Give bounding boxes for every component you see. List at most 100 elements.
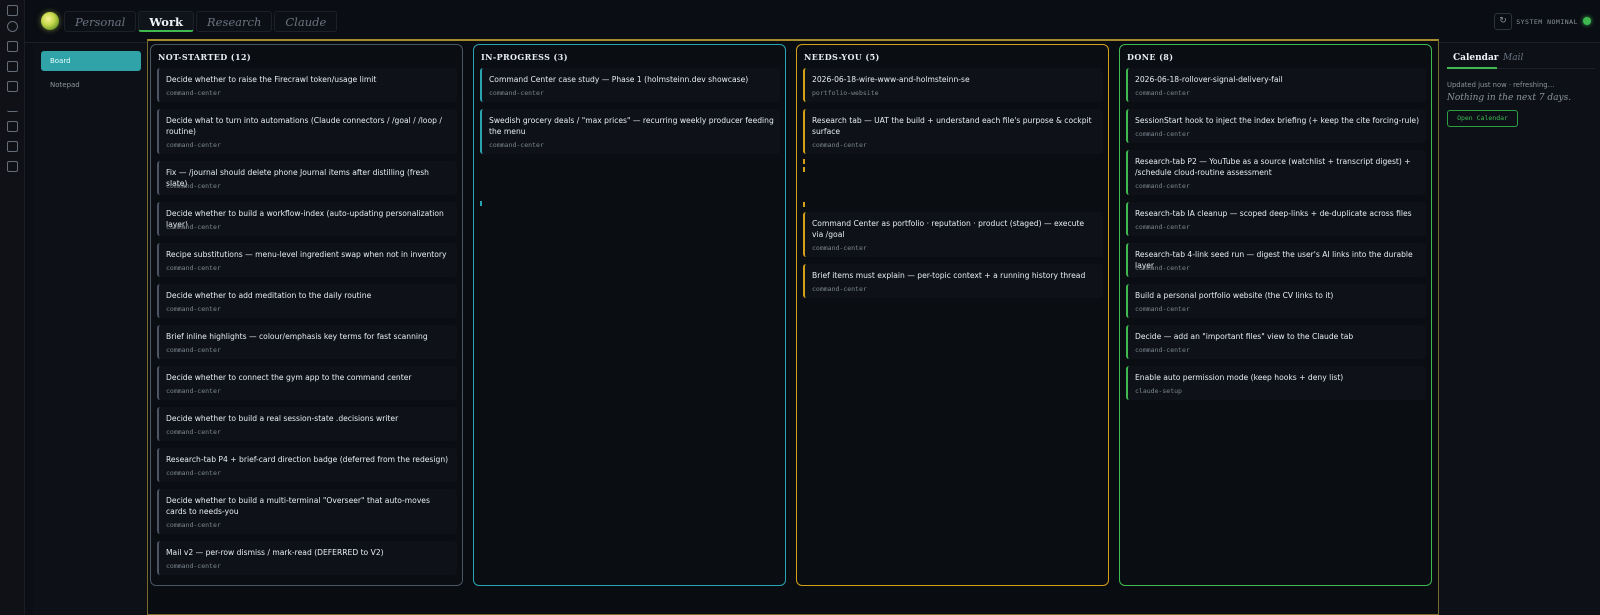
updated-status: Updated just now · refreshing… [1447, 81, 1555, 89]
card-tag: command-center [166, 562, 221, 570]
card[interactable]: Decide — add an "important files" view t… [1126, 325, 1426, 359]
card[interactable]: Enable auto permission mode (keep hooks … [1126, 366, 1426, 400]
drag-placeholder [480, 201, 483, 206]
card[interactable]: Decide whether to raise the Firecrawl to… [157, 68, 457, 102]
card-title: Research-tab P2 — YouTube as a source (w… [1135, 157, 1411, 177]
card-title: Swedish grocery deals / "max prices" — r… [489, 116, 774, 136]
card[interactable]: Fix — /journal should delete phone Journ… [157, 161, 457, 195]
card-tag: command-center [166, 89, 221, 97]
copy-icon[interactable] [7, 81, 18, 92]
activity-bar [0, 0, 25, 615]
card-title: Command Center case study — Phase 1 (hol… [489, 75, 749, 84]
card-tag: command-center [1135, 130, 1190, 138]
card-tag: command-center [166, 223, 221, 231]
card[interactable]: Research-tab P2 — YouTube as a source (w… [1126, 150, 1426, 195]
open-calendar-button[interactable]: Open Calendar [1447, 110, 1518, 127]
card-tag: command-center [489, 141, 544, 149]
active-tab-underline [1447, 67, 1497, 69]
card[interactable]: Decide what to turn into automations (Cl… [157, 109, 457, 154]
card-tag: command-center [812, 244, 867, 252]
card[interactable]: Decide whether to build a real session-s… [157, 407, 457, 441]
column-not-started: NOT-STARTED (12) Decide whether to raise… [150, 44, 463, 586]
refresh-icon[interactable]: ↻ [1494, 13, 1512, 30]
kanban-board: NOT-STARTED (12) Decide whether to raise… [147, 39, 1439, 615]
card[interactable]: 2026-06-18-rollover-signal-delivery-fail… [1126, 68, 1426, 102]
card-tag: command-center [1135, 305, 1190, 313]
card-tag: command-center [1135, 89, 1190, 97]
file-icon[interactable] [7, 5, 18, 16]
card-title: 2026-06-18-wire-www-and-holmsteinn-se [812, 75, 970, 84]
card-title: Decide whether to add meditation to the … [166, 291, 372, 300]
card-tag: command-center [166, 305, 221, 313]
branch-icon[interactable] [7, 21, 18, 32]
card-tag: portfolio-website [812, 89, 879, 97]
card-tag: command-center [166, 469, 221, 477]
card-title: Decide — add an "important files" view t… [1135, 332, 1354, 341]
card-tag: command-center [812, 285, 867, 293]
drag-placeholder [803, 202, 806, 207]
list-icon[interactable] [7, 121, 18, 132]
card[interactable]: Research-tab IA cleanup — scoped deep-li… [1126, 202, 1426, 236]
nav-item-notepad[interactable]: Notepad [41, 75, 141, 95]
card[interactable]: Decide whether to build a workflow-index… [157, 202, 457, 236]
card-tag: command-center [1135, 223, 1190, 231]
tab-research[interactable]: Research [195, 11, 273, 32]
tab-personal[interactable]: Personal [64, 11, 137, 32]
card[interactable]: Command Center as portfolio · reputation… [803, 212, 1103, 257]
card[interactable]: Brief items must explain — per-topic con… [803, 264, 1103, 298]
right-panel: Calendar Mail Updated just now · refresh… [1439, 43, 1600, 615]
card-title: Decide what to turn into automations (Cl… [166, 116, 442, 136]
system-status-text: SYSTEM NOMINAL [1516, 18, 1578, 26]
card-title: Decide whether to raise the Firecrawl to… [166, 75, 377, 84]
card[interactable]: Decide whether to connect the gym app to… [157, 366, 457, 400]
column-done: DONE (8) 2026-06-18-rollover-signal-deli… [1119, 44, 1432, 586]
card-title: Decide whether to build a real session-s… [166, 414, 399, 423]
card-tag: command-center [166, 521, 221, 529]
column-title: NOT-STARTED (12) [158, 52, 252, 62]
card-tag: claude-setup [1135, 387, 1182, 395]
card[interactable]: Research-tab P4 + brief-card direction b… [157, 448, 457, 482]
card[interactable]: Recipe substitutions — menu-level ingred… [157, 243, 457, 277]
card[interactable]: Research tab — UAT the build + understan… [803, 109, 1103, 154]
image-icon[interactable] [7, 161, 18, 172]
top-header: Personal Work Research Claude ↻ SYSTEM N… [25, 0, 1600, 43]
column-needs-you: NEEDS-YOU (5) 2026-06-18-wire-www-and-ho… [796, 44, 1109, 586]
tab-work[interactable]: Work [138, 11, 194, 32]
status-dot-icon [1583, 17, 1591, 25]
workspace-tabs: Personal Work Research Claude [64, 11, 339, 32]
nav-item-board[interactable]: Board [41, 51, 141, 71]
column-title: DONE (8) [1127, 52, 1174, 62]
card-title: 2026-06-18-rollover-signal-delivery-fail [1135, 75, 1283, 84]
card[interactable]: Research-tab 4-link seed run — digest th… [1126, 243, 1426, 277]
card[interactable]: Decide whether to add meditation to the … [157, 284, 457, 318]
card-tag: command-center [166, 346, 221, 354]
tab-calendar[interactable]: Calendar [1453, 53, 1499, 63]
card-tag: command-center [1135, 264, 1190, 272]
card[interactable]: Decide whether to build a multi-terminal… [157, 489, 457, 534]
card-title: SessionStart hook to inject the index br… [1135, 116, 1420, 125]
card-title: Mail v2 — per-row dismiss / mark-read (D… [166, 548, 384, 557]
card-tag: command-center [166, 428, 221, 436]
tab-claude[interactable]: Claude [274, 11, 338, 32]
card-title: Decide whether to connect the gym app to… [166, 373, 412, 382]
terminal-icon[interactable] [7, 101, 18, 112]
column-title: IN-PROGRESS (3) [481, 52, 568, 62]
card-title: Brief inline highlights — colour/emphasi… [166, 332, 428, 341]
card[interactable]: Command Center case study — Phase 1 (hol… [480, 68, 780, 102]
empty-state-text: Nothing in the next 7 days. [1447, 93, 1572, 103]
card[interactable]: SessionStart hook to inject the index br… [1126, 109, 1426, 143]
card-tag: command-center [1135, 346, 1190, 354]
card-title: Enable auto permission mode (keep hooks … [1135, 373, 1344, 382]
card[interactable]: Build a personal portfolio website (the … [1126, 284, 1426, 318]
card[interactable]: Mail v2 — per-row dismiss / mark-read (D… [157, 541, 457, 575]
card[interactable]: Swedish grocery deals / "max prices" — r… [480, 109, 780, 154]
card[interactable]: 2026-06-18-wire-www-and-holmsteinn-se po… [803, 68, 1103, 102]
card-tag: command-center [166, 264, 221, 272]
card-tag: command-center [489, 89, 544, 97]
card[interactable]: Brief inline highlights — colour/emphasi… [157, 325, 457, 359]
grid-icon[interactable] [7, 41, 18, 52]
tab-mail[interactable]: Mail [1503, 53, 1523, 63]
apps-icon[interactable] [7, 141, 18, 152]
column-title: NEEDS-YOU (5) [804, 52, 880, 62]
calendar-icon[interactable] [7, 61, 18, 72]
